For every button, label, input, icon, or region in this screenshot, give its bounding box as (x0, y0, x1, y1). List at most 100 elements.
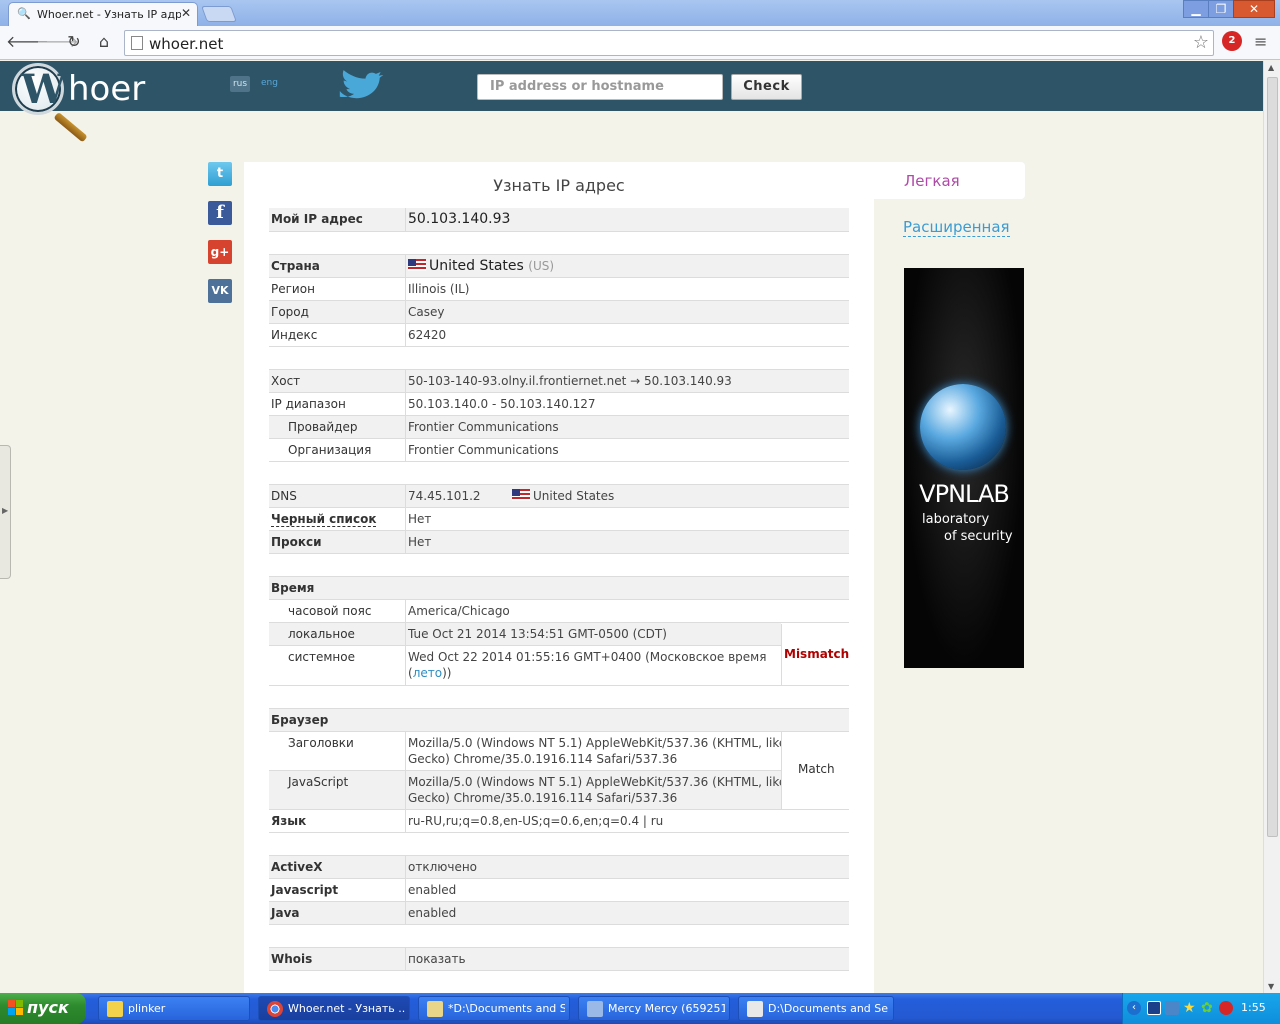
chrome-icon (267, 1001, 283, 1017)
page-viewport: rus eng IP address or hostname Check W h… (0, 61, 1263, 993)
windows-flag-icon (8, 1000, 24, 1016)
scrollbar-thumb[interactable] (1267, 77, 1278, 837)
browser-toolbar: 🡐 🡒 ↻ ⌂ whoer.net ☆ 2 ≡ (0, 26, 1280, 60)
site-header: rus eng IP address or hostname Check (0, 61, 1263, 111)
tray-star-icon[interactable]: ★ (1183, 1001, 1197, 1015)
magnifier-handle (53, 111, 88, 143)
console-icon (747, 1001, 763, 1017)
row-spacer (269, 347, 849, 370)
address-bar[interactable]: whoer.net ☆ (124, 30, 1214, 56)
ad-tagline-1: laboratory (922, 512, 990, 527)
menu-icon[interactable]: ≡ (1254, 32, 1267, 51)
row-language: Язык ru-RU,ru;q=0.8,en-US;q=0.6,en;q=0.4… (269, 810, 849, 833)
twitter-bird-icon[interactable] (336, 69, 386, 103)
system-tray: ‹ ★ ✿ 1:55 (1122, 993, 1280, 1024)
tray-network-icon[interactable] (1165, 1001, 1179, 1015)
twitter-share-icon[interactable]: t (208, 162, 232, 186)
row-spacer (269, 833, 849, 856)
page-icon (131, 36, 143, 50)
url-text: whoer.net (149, 35, 224, 53)
forward-arrow-icon[interactable]: 🡒 (36, 32, 79, 52)
row-spacer (269, 925, 849, 948)
home-icon[interactable]: ⌂ (94, 32, 114, 52)
ua-match-badge: Match (781, 732, 849, 810)
tray-monitor-icon[interactable] (1147, 1001, 1161, 1015)
minimize-button[interactable]: ▁ (1183, 0, 1209, 18)
row-host: Хост 50-103-140-93.olny.il.frontiernet.n… (269, 370, 849, 393)
row-my-ip: Мой IP адрес 50.103.140.93 (269, 208, 849, 232)
taskbar-clock: 1:55 (1241, 1001, 1266, 1014)
row-isp: Провайдер Frontier Communications (269, 416, 849, 439)
row-browser-header: Браузер (269, 709, 849, 732)
lang-eng-link[interactable]: eng (261, 78, 278, 88)
row-region: Регион Illinois (IL) (269, 278, 849, 301)
ip-search-input[interactable]: IP address or hostname (477, 74, 723, 100)
back-arrow-icon[interactable]: 🡐 (6, 32, 49, 52)
row-spacer (269, 554, 849, 577)
row-time-header: Время (269, 577, 849, 600)
task-plinker[interactable]: plinker (98, 996, 250, 1021)
row-system-time: системное Wed Oct 22 2014 01:55:16 GMT+0… (269, 646, 781, 686)
lang-rus-button[interactable]: rus (230, 76, 250, 92)
magnifier-lens: W (12, 63, 66, 115)
ad-brand: VPNLAB (919, 480, 1010, 508)
scroll-up-icon[interactable]: ▲ (1268, 63, 1274, 72)
vpnlab-ad-banner[interactable]: VPNLAB laboratory of security (904, 268, 1024, 668)
tab-advanced[interactable]: Расширенная (903, 219, 1010, 237)
task-mercy-mercy[interactable]: Mercy Mercy (659251... (578, 996, 730, 1021)
close-icon[interactable]: ✕ (181, 6, 191, 20)
row-spacer (269, 686, 849, 709)
ad-tagline-2: of security (944, 529, 1013, 544)
maximize-button[interactable]: ❐ (1208, 0, 1234, 18)
vk-share-icon[interactable]: VK (208, 279, 232, 303)
whoer-logo[interactable]: W hoer (10, 63, 150, 143)
row-js-ua: JavaScript Mozilla/5.0 (Windows NT 5.1) … (269, 771, 786, 810)
row-blacklist: Черный список Нет (269, 508, 849, 531)
row-timezone: часовой пояс America/Chicago (269, 600, 849, 623)
googleplus-share-icon[interactable]: g+ (208, 240, 232, 264)
task-notepad[interactable]: *D:\Documents and S... (418, 996, 570, 1021)
row-whois: Whois показать (269, 948, 849, 971)
start-button[interactable]: пуск (0, 993, 86, 1024)
page-scrollbar[interactable]: ▲ ▼ (1263, 61, 1280, 993)
row-city: Город Casey (269, 301, 849, 324)
logo-text: hoer (68, 69, 146, 109)
app-icon (107, 1001, 123, 1017)
facebook-share-icon[interactable]: f (208, 201, 232, 225)
row-spacer (269, 232, 849, 255)
row-activex: ActiveX отключено (269, 856, 849, 879)
summer-time-link[interactable]: лето (413, 666, 442, 680)
blacklist-help-link[interactable]: Черный список (271, 512, 377, 527)
close-window-button[interactable]: ✕ (1233, 0, 1275, 18)
row-proxy: Прокси Нет (269, 531, 849, 554)
tray-expand-icon[interactable]: ‹ (1127, 1001, 1141, 1015)
page-title: Узнать IP адрес (493, 176, 625, 195)
search-icon: 🔍 (17, 7, 31, 20)
scroll-down-icon[interactable]: ▼ (1268, 982, 1274, 991)
new-tab-button[interactable] (201, 6, 237, 22)
extension-badge-icon[interactable]: 2 (1222, 31, 1242, 51)
row-dns: DNS 74.45.101.2 United States (269, 485, 849, 508)
task-chrome[interactable]: Whoer.net - Узнать ... (258, 996, 410, 1021)
reload-icon[interactable]: ↻ (64, 32, 84, 52)
tray-flower-icon[interactable]: ✿ (1201, 1001, 1215, 1015)
tab-easy[interactable]: Легкая (874, 162, 1025, 199)
side-panel-handle[interactable]: ▶ (0, 445, 11, 579)
us-flag-icon (408, 259, 426, 271)
time-mismatch-badge: Mismatch (781, 624, 849, 686)
whois-show-link[interactable]: показать (408, 952, 466, 966)
row-ip-range: IP диапазон 50.103.140.0 - 50.103.140.12… (269, 393, 849, 416)
us-flag-icon (512, 489, 530, 501)
task-documents[interactable]: D:\Documents and Se... (738, 996, 894, 1021)
tray-antivirus-icon[interactable] (1219, 1001, 1233, 1015)
browser-tab-active[interactable]: 🔍 Whoer.net - Узнать IP адре ✕ (8, 2, 198, 26)
check-button[interactable]: Check (731, 74, 802, 100)
row-zip: Индекс 62420 (269, 324, 849, 347)
network-icon (587, 1001, 603, 1017)
row-java: Java enabled (269, 902, 849, 925)
row-spacer (269, 462, 849, 485)
bookmark-star-icon[interactable]: ☆ (1193, 32, 1209, 53)
tab-title: Whoer.net - Узнать IP адре (37, 8, 181, 21)
row-headers-ua: Заголовки Mozilla/5.0 (Windows NT 5.1) A… (269, 732, 786, 771)
row-country: Страна United States (US) (269, 255, 849, 278)
